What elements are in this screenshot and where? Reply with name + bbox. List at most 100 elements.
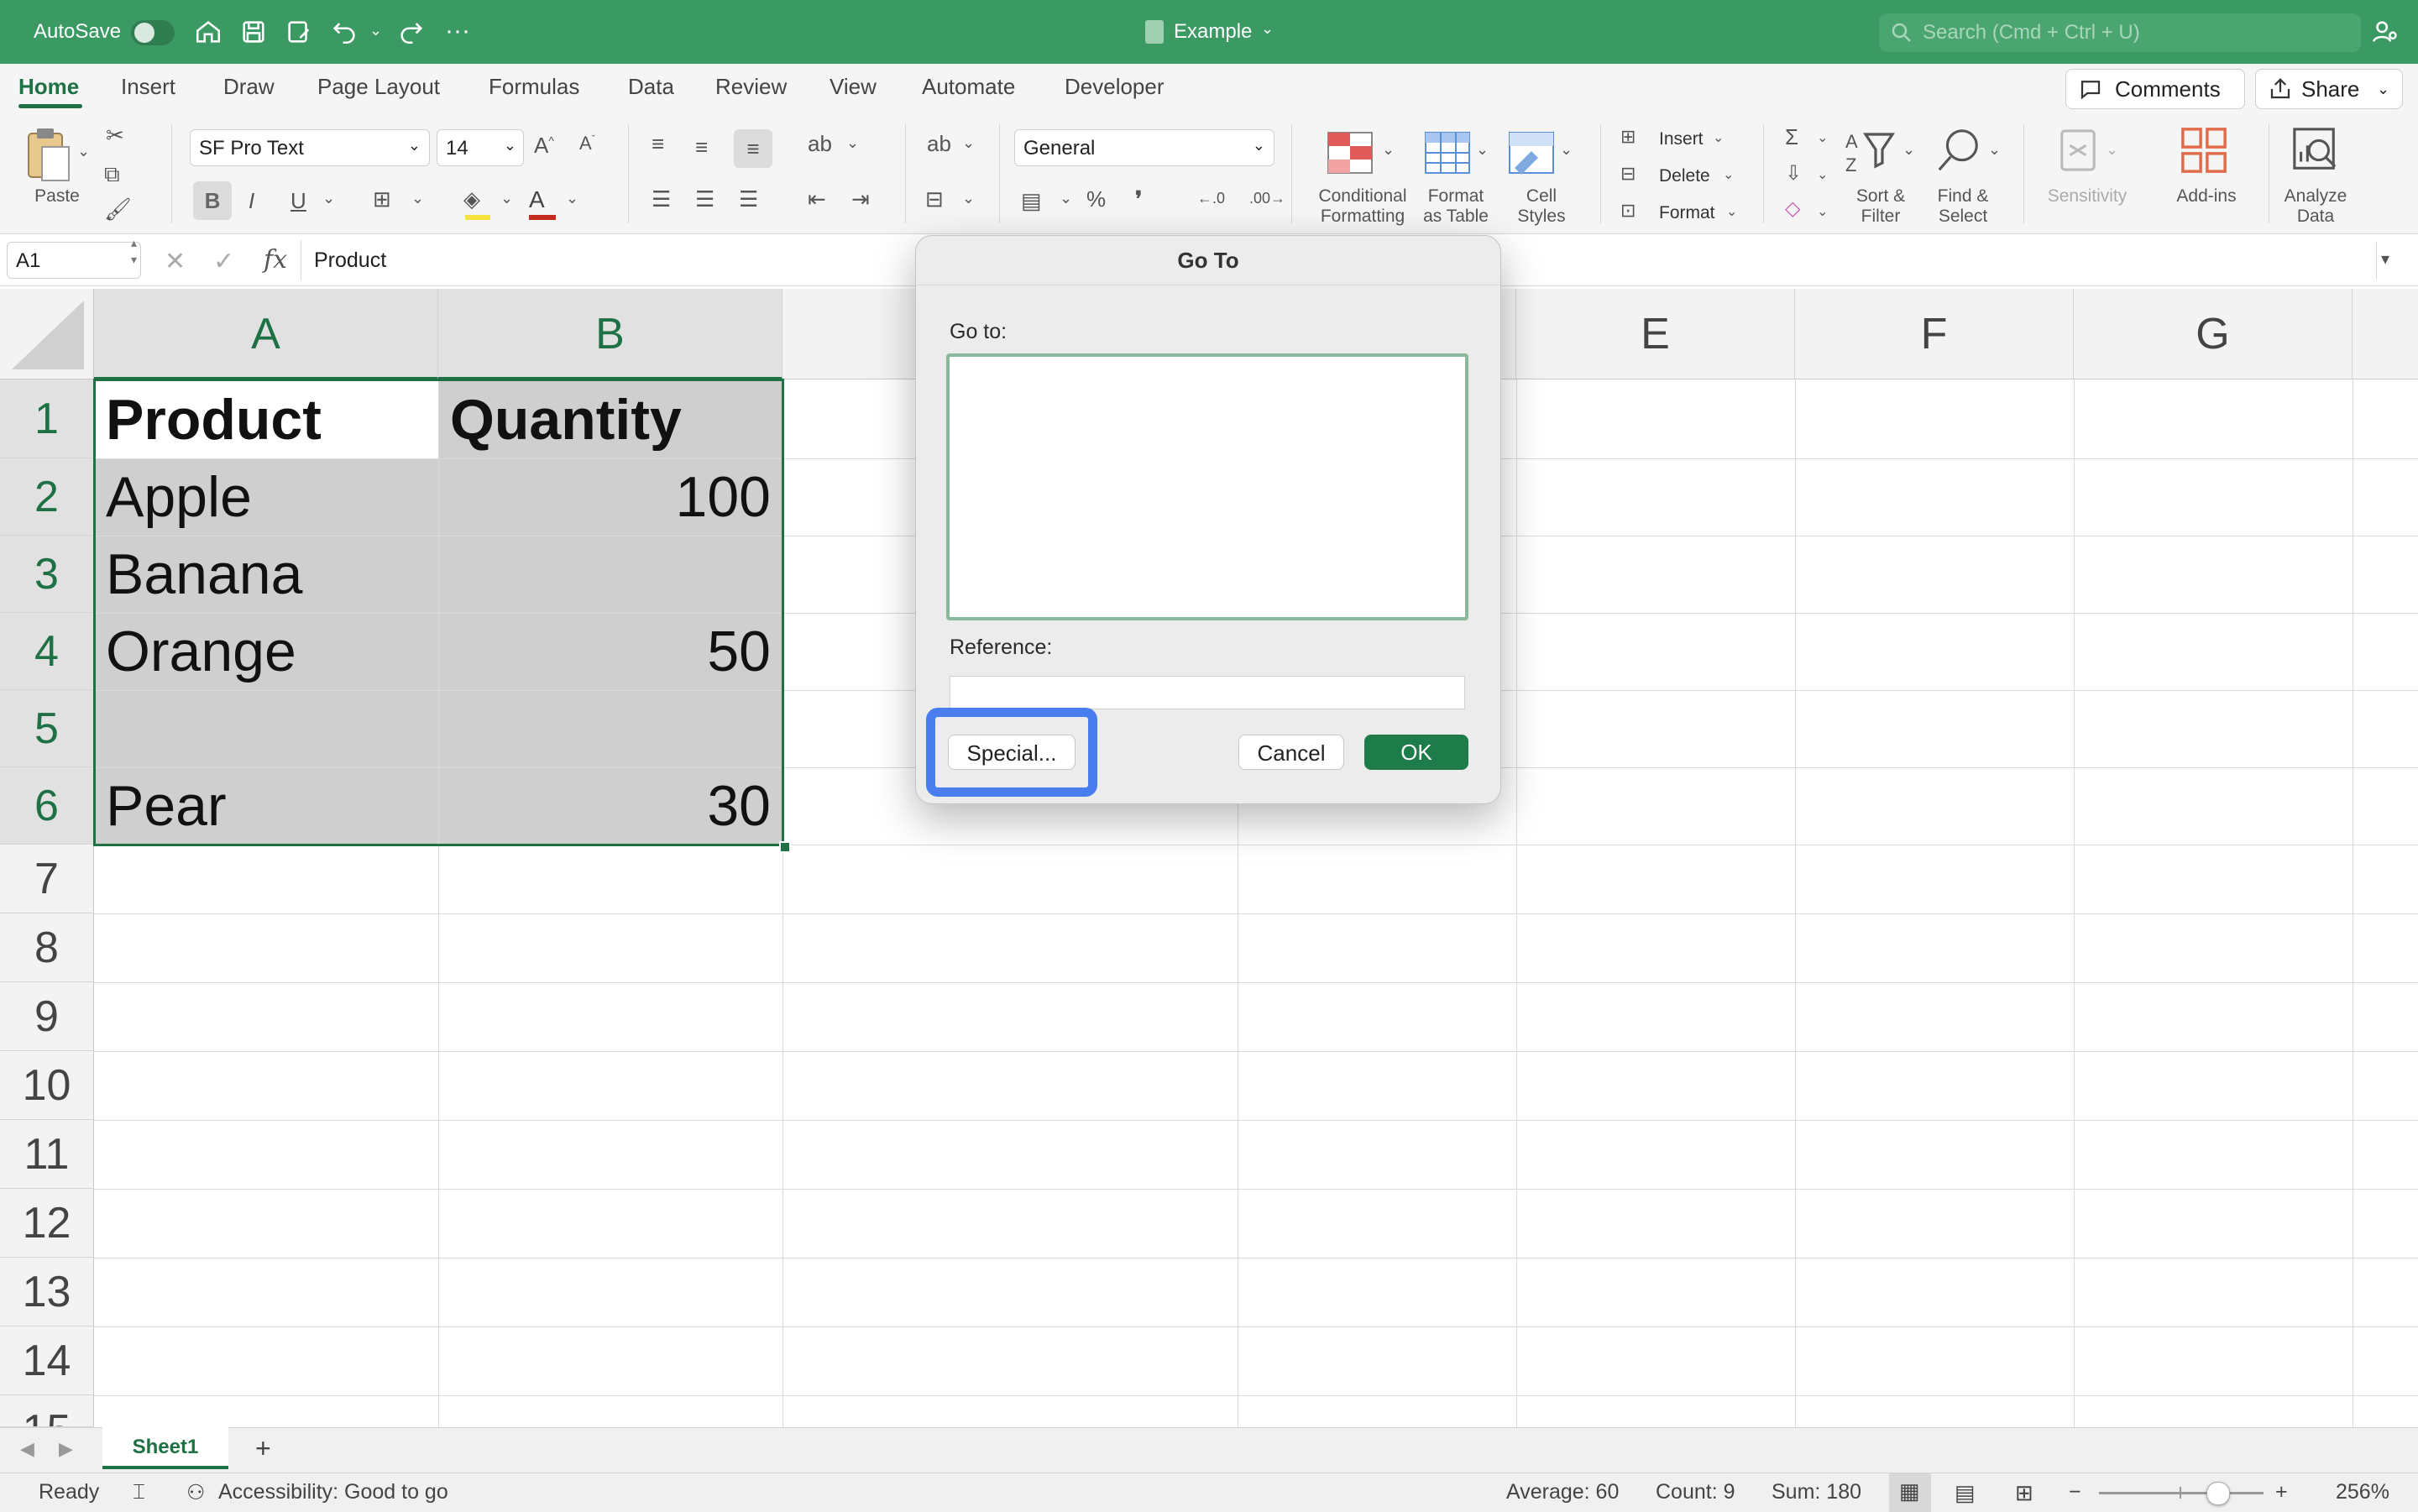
reference-input[interactable] — [950, 676, 1465, 709]
font-name-select[interactable]: SF Pro Text ⌄ — [190, 129, 430, 166]
expand-formula-icon[interactable]: ▾ — [2381, 249, 2389, 269]
insert-function-icon[interactable]: fx — [264, 245, 287, 275]
sort-filter-label[interactable]: Sort & Filter — [1839, 186, 1923, 227]
row-header-8[interactable]: 8 — [0, 913, 94, 982]
tab-automate[interactable]: Automate — [922, 74, 1015, 100]
find-select-icon[interactable] — [1934, 126, 1983, 175]
tab-home[interactable]: Home — [18, 74, 79, 100]
cell-styles-label[interactable]: Cell Styles — [1499, 186, 1583, 227]
page-break-view-icon[interactable]: ⊞ — [2015, 1480, 2033, 1506]
accessibility-status[interactable]: Accessibility: Good to go — [218, 1480, 448, 1504]
sensitivity-icon[interactable] — [2057, 126, 2099, 175]
conditional-chevron-icon[interactable]: ⌄ — [1382, 141, 1395, 159]
row-header-3[interactable]: 3 — [0, 536, 94, 613]
undo-icon[interactable] — [329, 17, 359, 47]
decrease-indent-icon[interactable]: ⇤ — [808, 186, 826, 212]
wrap-text-icon[interactable]: ab — [927, 131, 951, 157]
share-button[interactable]: Share ⌄ — [2255, 69, 2403, 109]
underline-chevron-icon[interactable]: ⌄ — [322, 190, 335, 207]
cell-a4[interactable]: Orange — [94, 613, 438, 690]
row-header-9[interactable]: 9 — [0, 982, 94, 1051]
orientation-chevron-icon[interactable]: ⌄ — [846, 134, 859, 152]
increase-decimal-icon[interactable]: ←.0 — [1197, 190, 1225, 207]
save-icon[interactable] — [238, 17, 269, 47]
paste-icon[interactable] — [25, 126, 72, 185]
column-header-h[interactable] — [2353, 289, 2418, 379]
currency-chevron-icon[interactable]: ⌄ — [1060, 190, 1072, 207]
format-painter-icon[interactable]: 🖌 — [104, 196, 132, 222]
insert-cells-label[interactable]: Insert — [1659, 129, 1704, 149]
account-icon[interactable] — [2369, 17, 2400, 47]
add-ins-icon[interactable] — [2180, 126, 2228, 175]
orientation-icon[interactable]: ab — [808, 131, 832, 157]
zoom-out-icon[interactable]: − — [2069, 1480, 2081, 1504]
save-as-icon[interactable] — [284, 17, 314, 47]
comma-style-icon[interactable]: ❜ — [1135, 186, 1142, 212]
insert-chevron-icon[interactable]: ⌄ — [1713, 129, 1724, 146]
sort-chevron-icon[interactable]: ⌄ — [1902, 141, 1915, 159]
normal-view-button[interactable]: ▦ — [1889, 1473, 1931, 1512]
clear-icon[interactable]: ◇ — [1785, 196, 1800, 221]
font-size-select[interactable]: 14 ⌄ — [437, 129, 524, 166]
cell-b4[interactable]: 50 — [438, 613, 782, 690]
fill-chevron-icon[interactable]: ⌄ — [500, 190, 513, 207]
zoom-in-icon[interactable]: + — [2275, 1480, 2288, 1504]
row-header-1[interactable]: 1 — [0, 379, 94, 458]
fill-down-icon[interactable]: ⇩ — [1785, 161, 1802, 186]
goto-list[interactable] — [946, 353, 1468, 620]
cell-a3[interactable]: Banana — [94, 536, 438, 613]
autosave-toggle[interactable] — [131, 20, 175, 45]
sheet-tab-sheet1[interactable]: Sheet1 — [102, 1427, 228, 1469]
cell-b2[interactable]: 100 — [438, 458, 782, 536]
column-header-e[interactable]: E — [1516, 289, 1795, 379]
row-header-12[interactable]: 12 — [0, 1189, 94, 1258]
autosum-chevron-icon[interactable]: ⌄ — [1817, 129, 1828, 146]
increase-indent-icon[interactable]: ⇥ — [851, 186, 870, 212]
tab-insert[interactable]: Insert — [121, 74, 175, 100]
zoom-slider-thumb[interactable] — [2206, 1482, 2231, 1505]
cut-icon[interactable]: ✂ — [106, 123, 124, 149]
tab-draw[interactable]: Draw — [223, 74, 275, 100]
fill-chevron-icon2[interactable]: ⌄ — [1817, 166, 1828, 183]
column-header-b[interactable]: B — [438, 289, 782, 379]
delete-chevron-icon[interactable]: ⌄ — [1723, 166, 1734, 183]
cancel-entry-icon[interactable]: ✕ — [165, 247, 186, 276]
align-right-icon[interactable]: ☰ — [739, 186, 758, 212]
decrease-font-icon[interactable]: Aˇ — [579, 133, 595, 154]
cell-a6[interactable]: Pear — [94, 767, 438, 845]
copy-icon[interactable]: ⧉ — [104, 161, 120, 188]
row-header-2[interactable]: 2 — [0, 458, 94, 536]
analyze-data-icon[interactable] — [2290, 126, 2341, 175]
align-middle-icon[interactable]: ≡ — [695, 134, 708, 160]
format-table-chevron-icon[interactable]: ⌄ — [1476, 141, 1489, 159]
tab-view[interactable]: View — [830, 74, 877, 100]
clear-chevron-icon[interactable]: ⌄ — [1817, 203, 1828, 220]
row-header-7[interactable]: 7 — [0, 845, 94, 913]
cell-a2[interactable]: Apple — [94, 458, 438, 536]
add-sheet-button[interactable]: + — [255, 1433, 271, 1464]
title-chevron-icon[interactable]: ⌄ — [1261, 20, 1274, 38]
align-left-icon[interactable]: ☰ — [652, 186, 671, 212]
search-box[interactable]: Search (Cmd + Ctrl + U) — [1879, 13, 2361, 52]
redo-icon[interactable] — [396, 17, 427, 47]
format-as-table-icon[interactable] — [1424, 131, 1471, 175]
fill-color-icon[interactable]: ◈ — [463, 186, 492, 220]
row-header-15[interactable]: 15 — [0, 1395, 94, 1427]
comments-button[interactable]: Comments — [2065, 69, 2245, 109]
ok-button[interactable]: OK — [1364, 735, 1468, 770]
find-select-label[interactable]: Find & Select — [1921, 186, 2005, 227]
select-all-corner[interactable] — [0, 289, 94, 379]
paste-label[interactable]: Paste — [25, 186, 89, 207]
next-sheet-icon[interactable]: ▶ — [59, 1438, 73, 1460]
tab-formulas[interactable]: Formulas — [489, 74, 579, 100]
format-cells-label[interactable]: Format — [1659, 203, 1715, 223]
more-icon[interactable]: ··· — [445, 17, 470, 45]
font-color-chevron-icon[interactable]: ⌄ — [566, 190, 578, 207]
add-ins-label[interactable]: Add-ins — [2161, 186, 2252, 207]
merge-center-icon[interactable]: ⊟ — [925, 186, 944, 212]
zoom-slider[interactable] — [2099, 1492, 2264, 1494]
conditional-formatting-icon[interactable] — [1327, 131, 1374, 175]
align-bottom-icon[interactable]: ≡ — [734, 129, 772, 168]
currency-icon[interactable]: ▤ — [1021, 188, 1042, 214]
align-center-icon[interactable]: ☰ — [695, 186, 714, 212]
